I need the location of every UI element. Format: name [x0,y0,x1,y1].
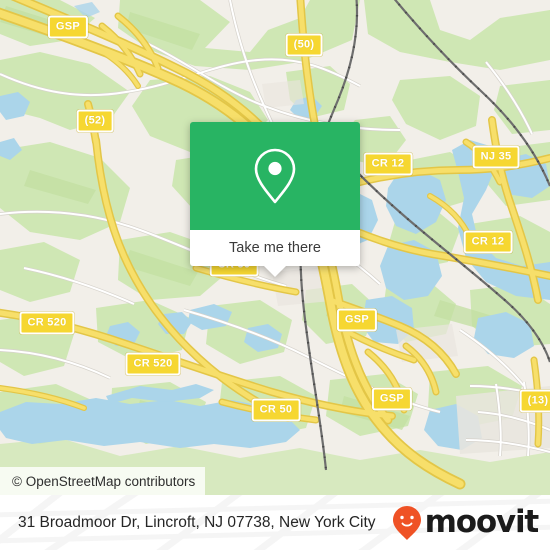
take-me-there-button[interactable]: Take me there [229,240,321,256]
location-popup-card[interactable]: Take me there [190,122,360,277]
osm-attribution-text: © OpenStreetMap contributors [12,473,196,489]
road-shield: NJ 35 [472,145,520,169]
osm-attribution[interactable]: © OpenStreetMap contributors [0,467,206,495]
road-shield: GSP [371,387,413,411]
road-shield: CR 12 [363,152,413,176]
bottom-bar: 31 Broadmoor Dr, Lincroft, NJ 07738, New… [0,495,550,550]
road-shield: (13) [519,389,550,413]
road-shield: GSP [47,15,89,39]
road-shield: GSP [336,308,378,332]
road-shield: CR 12 [463,230,513,254]
moovit-wordmark: moovit [424,504,540,540]
road-shield: CR 520 [19,311,75,335]
road-shield: CR 50 [251,398,301,422]
moovit-logo[interactable]: moovit [392,504,540,541]
road-shield: CR 520 [125,352,181,376]
popup-pointer-tail [264,266,286,277]
moovit-smiley-pin-icon [392,505,421,540]
popup-image-panel [190,122,360,230]
popup-footer[interactable]: Take me there [190,230,360,277]
address-label: 31 Broadmoor Dr, Lincroft, NJ 07738, New… [18,513,376,531]
map-canvas[interactable]: GSP (50) (52) CR 12 NJ 35 CR 12 CR 50 GSP CR 520… [0,0,550,495]
road-shield: (50) [285,33,323,57]
map-screen: GSP (50) (52) CR 12 NJ 35 CR 12 CR 50 GSP CR 520… [0,0,550,550]
road-shield: (52) [76,109,114,133]
map-pin-icon [254,148,296,204]
